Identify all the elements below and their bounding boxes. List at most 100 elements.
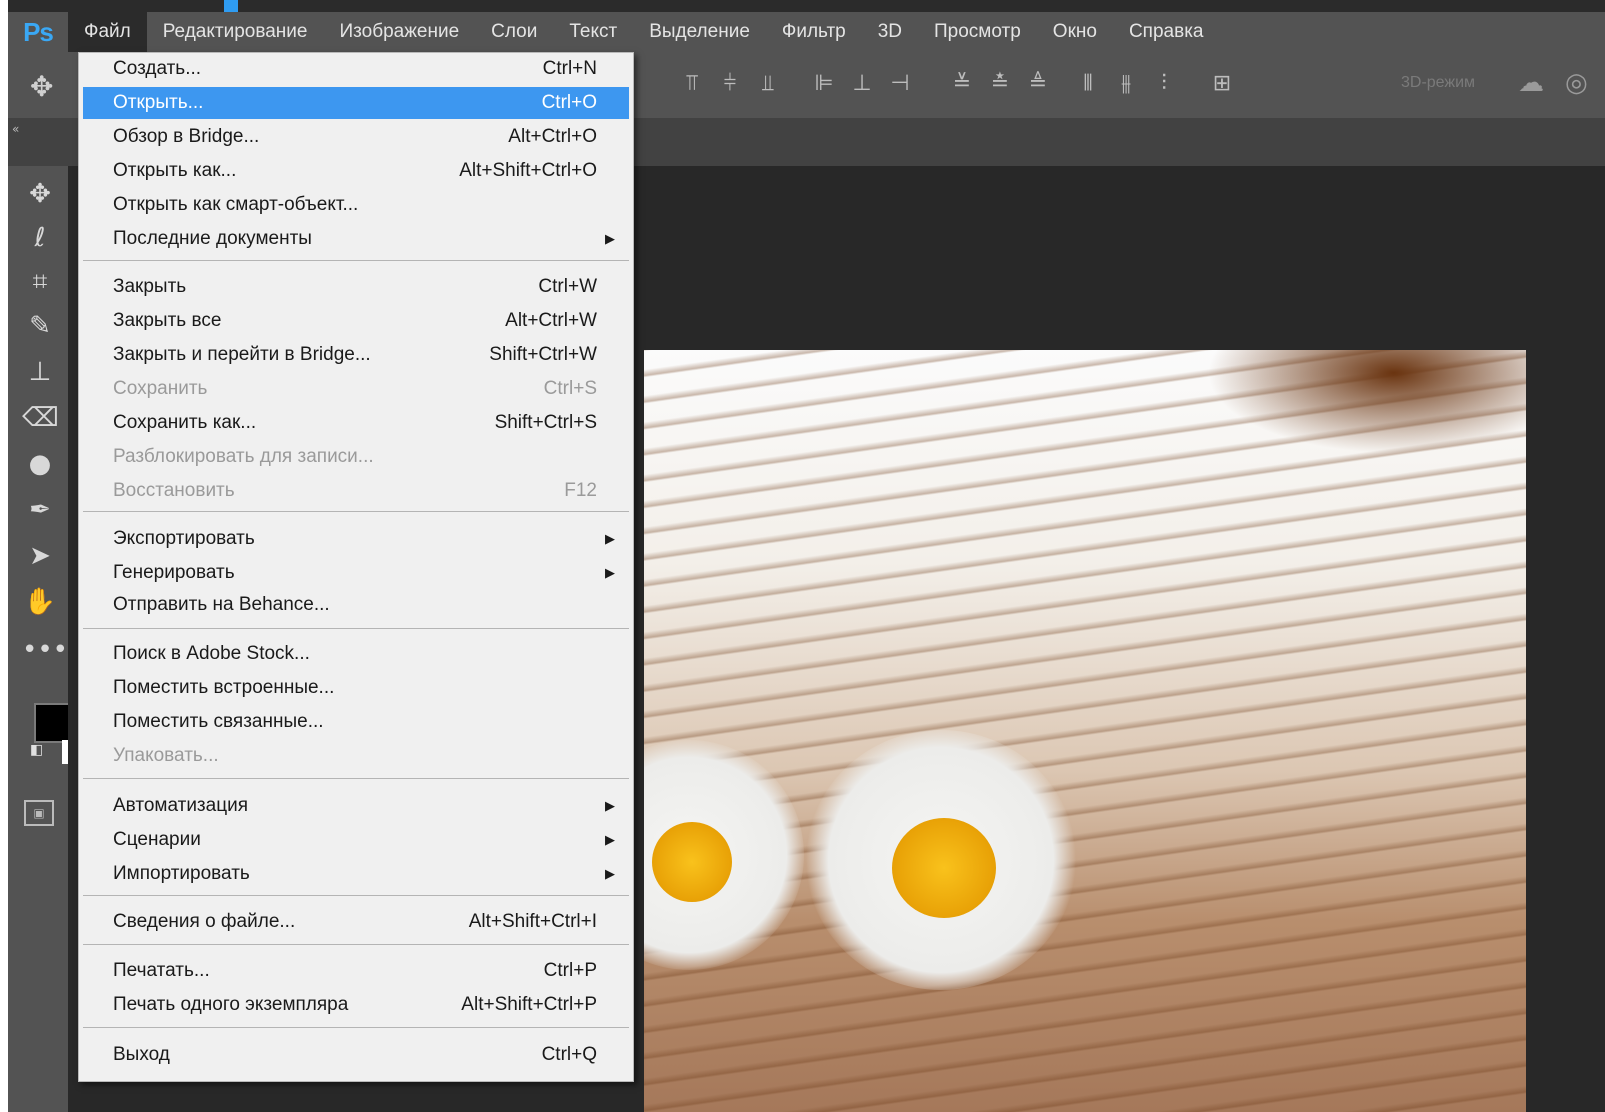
distribute-vcenter-icon[interactable]: ≛ — [981, 68, 1019, 100]
submenu-arrow-icon: ▶ — [605, 798, 615, 813]
file-menu-dropdown: Создать... Ctrl+N Открыть... Ctrl+O Обзор … — [78, 52, 634, 1082]
menu-item-label: Экспортировать — [113, 528, 255, 549]
menu-view[interactable]: Просмотр — [918, 12, 1037, 52]
menu-item-recent[interactable]: Последние документы ▶ — [83, 223, 629, 255]
distribute-right-icon[interactable]: ⫶ — [1145, 68, 1183, 100]
align-right-icon[interactable]: ⊣ — [881, 68, 919, 100]
menu-edit[interactable]: Редактирование — [147, 12, 324, 52]
menu-item-label: Открыть как смарт-объект... — [113, 194, 359, 215]
menu-item-label: Упаковать... — [113, 745, 219, 766]
align-hcenter-icon[interactable]: ⊥ — [843, 68, 881, 100]
menu-item-label: Генерировать — [113, 562, 235, 583]
menu-item-unlock: Разблокировать для записи... — [83, 441, 629, 473]
more-tools-icon[interactable]: ••• — [22, 632, 68, 668]
menu-item-shortcut: Alt+Shift+Ctrl+P — [461, 994, 597, 1015]
menu-item-shortcut: Alt+Ctrl+O — [508, 126, 597, 147]
menu-filter[interactable]: Фильтр — [766, 12, 862, 52]
crop-tool-icon[interactable]: ⌗ — [22, 264, 58, 300]
menu-item-label: Закрыть — [113, 276, 187, 297]
orbit-3d-icon[interactable]: ☁ — [1518, 68, 1544, 98]
eraser-tool-icon[interactable]: ⌫ — [22, 400, 59, 436]
menu-item-label: Отправить на Behance... — [113, 594, 330, 615]
menu-item-label: Сохранить как... — [113, 412, 257, 433]
submenu-arrow-icon: ▶ — [605, 832, 615, 847]
menu-item-open-smart-object[interactable]: Открыть как смарт-объект... — [83, 189, 629, 221]
menu-item-label: Закрыть все — [113, 310, 222, 331]
menu-item-shortcut: Ctrl+W — [538, 276, 597, 297]
blur-tool-icon[interactable]: ● — [22, 446, 58, 482]
rotate-3d-icon[interactable]: ◎ — [1565, 68, 1588, 98]
menu-item-browse-bridge[interactable]: Обзор в Bridge... Alt+Ctrl+O — [83, 121, 629, 153]
menu-window[interactable]: Окно — [1037, 12, 1113, 52]
auto-align-icon[interactable]: ⊞ — [1203, 68, 1241, 100]
submenu-arrow-icon: ▶ — [605, 866, 615, 881]
menu-type[interactable]: Текст — [553, 12, 633, 52]
menu-item-open-as[interactable]: Открыть как... Alt+Shift+Ctrl+O — [83, 155, 629, 187]
align-top-icon[interactable]: ⫪ — [673, 68, 711, 100]
photoshop-window: Ps Файл Редактирование Изображение Слои … — [8, 0, 1605, 1112]
menu-item-close-all[interactable]: Закрыть все Alt+Ctrl+W — [83, 305, 629, 337]
menu-item-shortcut: Alt+Shift+Ctrl+I — [468, 911, 597, 932]
daisy-center — [892, 818, 996, 918]
menu-item-save-as[interactable]: Сохранить как... Shift+Ctrl+S — [83, 407, 629, 439]
path-selection-icon[interactable]: ➤ — [22, 538, 58, 574]
distribute-top-icon[interactable]: ≚ — [943, 68, 981, 100]
collapse-icon[interactable]: « — [12, 122, 19, 136]
move-tool-icon[interactable]: ✥ — [30, 70, 53, 103]
menu-item-close[interactable]: Закрыть Ctrl+W — [83, 271, 629, 303]
distribute-left-icon[interactable]: ⫴ — [1069, 68, 1107, 100]
move-tool-icon[interactable]: ✥ — [22, 176, 58, 212]
menu-file[interactable]: Файл — [68, 12, 147, 52]
stamp-tool-icon[interactable]: ⊥ — [22, 354, 58, 390]
menu-item-close-go-bridge[interactable]: Закрыть и перейти в Bridge... Shift+Ctrl+… — [83, 339, 629, 371]
lasso-tool-icon[interactable]: ℓ — [22, 220, 58, 256]
submenu-arrow-icon: ▶ — [605, 531, 615, 546]
menu-image[interactable]: Изображение — [323, 12, 475, 52]
menu-item-label: Закрыть и перейти в Bridge... — [113, 344, 371, 365]
menu-item-label: Открыть как... — [113, 160, 237, 181]
menu-item-search-adobe-stock[interactable]: Поиск в Adobe Stock... — [83, 638, 629, 670]
menu-item-place-linked[interactable]: Поместить связанные... — [83, 706, 629, 738]
menu-item-label: Поиск в Adobe Stock... — [113, 643, 310, 664]
align-vcenter-icon[interactable]: ⫩ — [711, 68, 749, 100]
menu-item-label: Открыть... — [113, 92, 204, 113]
separator — [83, 944, 629, 945]
menu-3d[interactable]: 3D — [862, 12, 918, 52]
menu-item-shortcut: Alt+Ctrl+W — [505, 310, 597, 331]
distribute-hcenter-icon[interactable]: ⫵ — [1107, 68, 1145, 100]
quick-mask-icon[interactable]: ▣ — [24, 800, 54, 826]
menu-item-shortcut: Ctrl+Q — [541, 1044, 597, 1065]
menu-item-open[interactable]: Открыть... Ctrl+O — [83, 87, 629, 119]
menu-item-print-one-copy[interactable]: Печать одного экземпляра Alt+Shift+Ctrl+P — [83, 989, 629, 1021]
menu-item-scripts[interactable]: Сценарии ▶ — [83, 824, 629, 856]
menu-item-print[interactable]: Печатать... Ctrl+P — [83, 955, 629, 987]
menu-item-automate[interactable]: Автоматизация ▶ — [83, 790, 629, 822]
menu-help[interactable]: Справка — [1113, 12, 1220, 52]
menu-item-generate[interactable]: Генерировать ▶ — [83, 557, 629, 589]
menu-item-export[interactable]: Экспортировать ▶ — [83, 523, 629, 555]
menu-bar: Ps Файл Редактирование Изображение Слои … — [8, 12, 1605, 52]
menu-item-label: Печать одного экземпляра — [113, 994, 349, 1015]
default-colors-icon[interactable]: ◧ — [30, 742, 46, 758]
menu-select[interactable]: Выделение — [633, 12, 766, 52]
menu-item-label: Обзор в Bridge... — [113, 126, 260, 147]
distribute-bottom-icon[interactable]: ≜ — [1019, 68, 1057, 100]
menu-item-label: Поместить связанные... — [113, 711, 324, 732]
align-bottom-icon[interactable]: ⫫ — [749, 68, 787, 100]
hand-tool-icon[interactable]: ✋ — [22, 584, 58, 620]
menu-item-package: Упаковать... — [83, 740, 629, 772]
menu-layers[interactable]: Слои — [475, 12, 553, 52]
menu-item-new[interactable]: Создать... Ctrl+N — [83, 53, 629, 85]
submenu-arrow-icon: ▶ — [605, 565, 615, 580]
menu-item-label: Сохранить — [113, 378, 208, 399]
menu-item-share-behance[interactable]: Отправить на Behance... — [83, 589, 629, 621]
align-left-icon[interactable]: ⊫ — [805, 68, 843, 100]
healing-brush-icon[interactable]: ✎ — [22, 308, 58, 344]
menu-item-place-embedded[interactable]: Поместить встроенные... — [83, 672, 629, 704]
menu-item-import[interactable]: Импортировать ▶ — [83, 858, 629, 890]
menu-item-file-info[interactable]: Сведения о файле... Alt+Shift+Ctrl+I — [83, 906, 629, 938]
menu-item-shortcut: Ctrl+N — [542, 58, 597, 79]
pen-tool-icon[interactable]: ✒ — [22, 492, 58, 528]
menu-item-exit[interactable]: Выход Ctrl+Q — [83, 1039, 629, 1071]
menu-item-shortcut: Shift+Ctrl+S — [494, 412, 597, 433]
